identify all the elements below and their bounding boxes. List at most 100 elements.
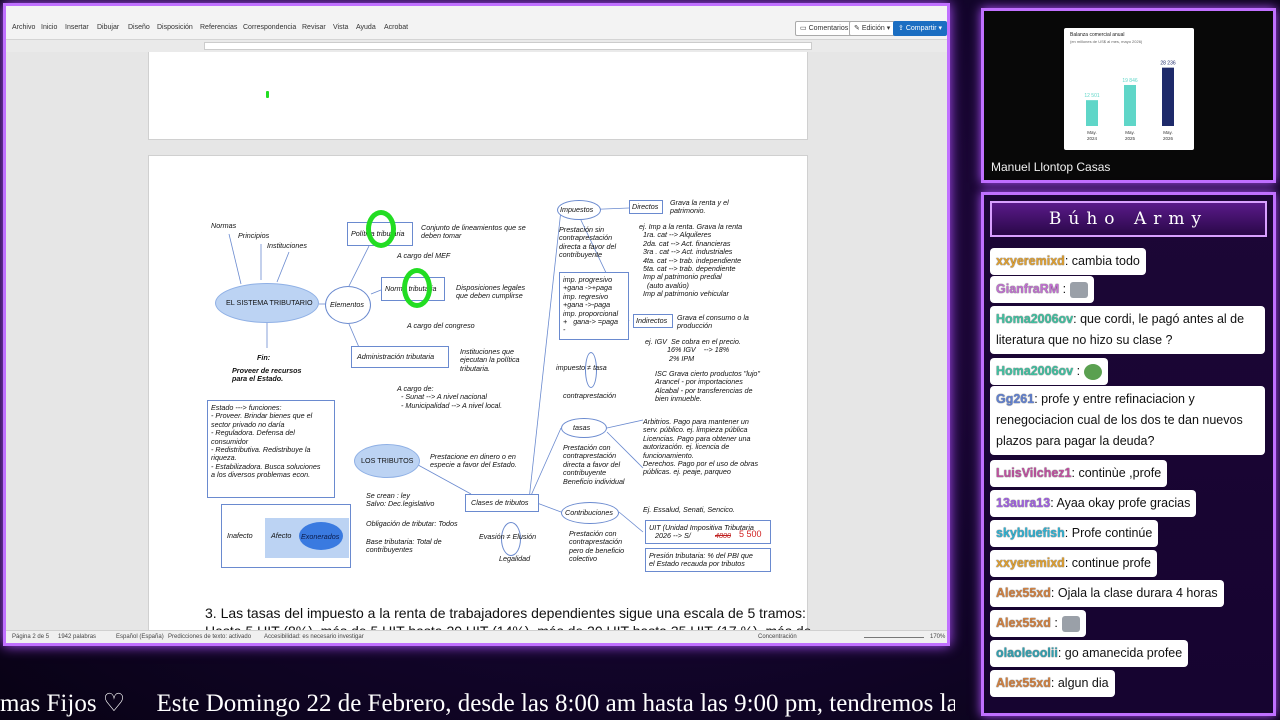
- chat-username[interactable]: GianfraRM: [996, 282, 1059, 296]
- administracion-label: Administración tributaria: [357, 352, 435, 361]
- concept-map: Normas Principios Instituciones EL SISTE…: [149, 156, 812, 633]
- progresivo-text: imp. progresivo +gana ->+paga imp. regre…: [563, 275, 619, 335]
- norma-desc: Disposiciones legales que deben cumplirs…: [456, 283, 526, 301]
- fin-text: Proveer de recursos para el Estado.: [232, 366, 302, 384]
- menu-insertar[interactable]: Insertar: [65, 24, 89, 31]
- evasion-label: Evasión ≠ Elusión: [479, 532, 537, 541]
- menu-revisar[interactable]: Revisar: [302, 24, 326, 31]
- administracion-desc: Instituciones que ejecutan la política t…: [460, 347, 520, 373]
- slide-bar-label: 2025: [1125, 136, 1136, 141]
- afecto-label: Afecto: [271, 531, 292, 540]
- isc-text: ISC Grava cierto productos "lujo" Arance…: [655, 369, 760, 404]
- chat-message: Gg261: profe y entre refinaciacion y ren…: [990, 386, 1265, 455]
- chat-message: Homa2006ov: que cordi, le pagó antes al …: [990, 306, 1265, 354]
- slide-bar-label: May.: [1087, 130, 1096, 135]
- page-1[interactable]: [148, 52, 808, 140]
- impuestos-label: Impuestos: [560, 205, 594, 214]
- fin-title: Fin:: [257, 353, 271, 362]
- zoom-slider[interactable]: [864, 637, 924, 638]
- editing-button[interactable]: ✎ Edición ▾: [849, 21, 896, 36]
- uit-new-value: 5 500: [739, 529, 762, 539]
- menu-correspondencia[interactable]: Correspondencia: [243, 24, 296, 31]
- status-bar: Página 2 de 5 1942 palabras Español (Esp…: [6, 630, 947, 643]
- chat-text: : cambia todo: [1064, 254, 1140, 268]
- menu-archivo[interactable]: Archivo: [12, 24, 35, 31]
- menu-dibujar[interactable]: Dibujar: [97, 24, 119, 31]
- chat-username[interactable]: Alex55xd: [996, 616, 1051, 630]
- exonerados-label: Exonerados: [301, 532, 340, 541]
- chat-message: Alex55xd: algun dia: [990, 670, 1115, 697]
- chat-username[interactable]: Homa2006ov: [996, 312, 1073, 326]
- page-2[interactable]: Normas Principios Instituciones EL SISTE…: [148, 155, 812, 633]
- status-words[interactable]: 1942 palabras: [58, 634, 96, 640]
- menu-disposicion[interactable]: Disposición: [157, 24, 193, 31]
- indirectos-desc: Grava el consumo o la producción: [677, 313, 749, 331]
- chat-username[interactable]: LuisVilchez1: [996, 466, 1072, 480]
- menu-inicio[interactable]: Inicio: [41, 24, 57, 31]
- chat-panel: Búho Army xxyeremixd: cambia todo Gianfra…: [981, 192, 1276, 716]
- chat-username[interactable]: Alex55xd: [996, 676, 1051, 690]
- chat-username[interactable]: 13aura13: [996, 496, 1050, 510]
- se-crean: Se crean : ley Salvo: Dec.legislativo: [366, 491, 435, 509]
- document-area[interactable]: Normas Principios Instituciones EL SISTE…: [6, 52, 947, 633]
- cargo-de: A cargo de: - Sunat --> A nivel nacional…: [397, 384, 503, 410]
- slide-bar-label: May.: [1163, 130, 1172, 135]
- ruler[interactable]: [6, 40, 947, 52]
- share-label: Compartir: [905, 25, 937, 32]
- chat-username[interactable]: Homa2006ov: [996, 364, 1073, 378]
- frog-emote-icon: [1084, 363, 1103, 380]
- chat-text: : continue profe: [1064, 556, 1151, 570]
- chat-message: Alex55xd: Ojala la clase durara 4 horas: [990, 580, 1224, 607]
- tasas-label: tasas: [573, 423, 591, 432]
- chat-message: xxyeremixd: cambia todo: [990, 248, 1146, 275]
- menu-acrobat[interactable]: Acrobat: [384, 24, 408, 31]
- menu-ayuda[interactable]: Ayuda: [356, 24, 376, 31]
- status-zoom[interactable]: 170%: [930, 634, 945, 640]
- chat-message: LuisVilchez1: continùe ,profe: [990, 460, 1168, 487]
- share-button[interactable]: ⇪ Compartir ▾: [893, 21, 947, 36]
- base-tributaria: Base tributaria: Total de contribuyentes: [366, 537, 442, 555]
- slide-bar: [1124, 84, 1136, 126]
- tributos-desc: Prestacione en dinero o en especie a fav…: [430, 452, 517, 470]
- directos-label: Directos: [632, 202, 659, 211]
- chat-message: Homa2006ov :: [990, 358, 1109, 385]
- chat-title: Búho Army: [990, 201, 1267, 237]
- question-3-text: 3. Las tasas del impuesto a la renta de …: [205, 605, 812, 633]
- status-accessibility[interactable]: Accesibilidad: es necesario investigar: [264, 634, 364, 640]
- chat-text: : go amanecida profee: [1057, 646, 1183, 660]
- contribuciones-label: Contribuciones: [565, 508, 613, 517]
- chat-username[interactable]: Gg261: [996, 392, 1034, 406]
- webcam-panel: Balanza comercial anual (en millones de …: [981, 8, 1276, 183]
- ruler-track: [204, 42, 812, 50]
- status-language[interactable]: Español (España): [116, 634, 164, 640]
- politica-desc: Conjunto de lineamientos que se deben to…: [421, 223, 526, 241]
- label-principios: Principios: [238, 231, 270, 240]
- chat-username[interactable]: xxyeremixd: [996, 556, 1065, 570]
- legalidad-label: Legalidad: [499, 554, 531, 563]
- comments-button[interactable]: ▭ Comentarios: [795, 21, 854, 36]
- igv-text: ej. IGV Se cobra en el precio. 16% IGV -…: [645, 337, 741, 363]
- menu-referencias[interactable]: Referencias: [200, 24, 237, 31]
- chat-message: olaoleoolii: go amanecida profee: [990, 640, 1189, 667]
- chat-username[interactable]: skybluefish: [996, 526, 1065, 540]
- contraprestacion-label: contraprestación: [563, 391, 617, 400]
- status-page[interactable]: Página 2 de 5: [12, 634, 49, 640]
- menu-vista[interactable]: Vista: [333, 24, 348, 31]
- chat-message: skybluefish: Profe continúe: [990, 520, 1159, 547]
- status-predictions[interactable]: Predicciones de texto: activado: [168, 634, 251, 640]
- editing-label: Edición: [861, 25, 885, 32]
- word-window: Archivo Inicio Insertar Dibujar Diseño D…: [3, 3, 950, 646]
- ribbon: Archivo Inicio Insertar Dibujar Diseño D…: [6, 6, 947, 40]
- chat-username[interactable]: Alex55xd: [996, 586, 1051, 600]
- chat-text: : algun dia: [1050, 676, 1109, 690]
- tasas-desc: Prestación con contraprestación directa …: [563, 443, 625, 486]
- ticker-text: mas Fijos ♡ Este Domingo 22 de Febrero, …: [0, 690, 955, 717]
- slide-bar-value: 28 236: [1160, 61, 1176, 67]
- label-normas: Normas: [211, 221, 237, 230]
- chat-username[interactable]: olaoleoolii: [996, 646, 1058, 660]
- cat-emote-icon: [1061, 615, 1080, 632]
- status-focus[interactable]: Concentración: [758, 634, 797, 640]
- chat-username[interactable]: xxyeremixd: [996, 254, 1065, 268]
- chat-message: GianfraRM :: [990, 276, 1095, 303]
- menu-diseno[interactable]: Diseño: [128, 24, 150, 31]
